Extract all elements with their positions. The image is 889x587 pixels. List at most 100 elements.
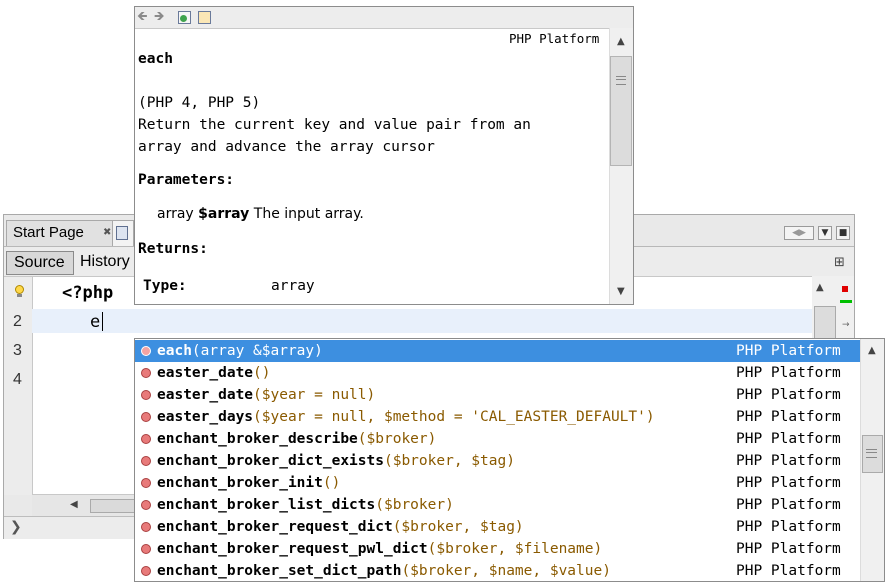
doc-description: array and advance the array cursor — [138, 139, 435, 155]
doc-type-value: array — [271, 278, 315, 294]
doc-type-label: Type: — [143, 278, 187, 294]
open-in-browser-icon[interactable] — [178, 11, 191, 24]
doc-content: PHP Platform each (PHP 4, PHP 5) Return … — [135, 28, 609, 304]
method-dot-icon — [141, 544, 151, 554]
method-dot-icon — [141, 478, 151, 488]
scroll-left-arrow-icon[interactable]: ◀ — [70, 499, 78, 510]
completion-item-name: enchant_broker_set_dict_path — [157, 563, 402, 579]
toggle-grid-icon[interactable]: ⊞ — [834, 255, 845, 270]
chevron-right-icon[interactable]: ❯ — [10, 519, 22, 535]
completion-item[interactable]: enchant_broker_request_dict($broker, $ta… — [135, 516, 860, 538]
scrollbar-grip-line — [616, 79, 626, 80]
completion-item-params: ($year = null, $method = 'CAL_EASTER_DEF… — [253, 409, 655, 425]
completion-item[interactable]: easter_days($year = null, $method = 'CAL… — [135, 406, 860, 428]
completion-item-source: PHP Platform — [736, 365, 841, 381]
source-button[interactable]: Source — [6, 251, 74, 275]
completion-item-params: ($broker) — [357, 431, 437, 447]
history-button[interactable]: History — [78, 251, 138, 275]
lightbulb-icon[interactable] — [15, 285, 25, 297]
completion-item[interactable]: enchant_broker_describe($broker) PHP Pla… — [135, 428, 860, 450]
completion-item[interactable]: enchant_broker_init() PHP Platform — [135, 472, 860, 494]
doc-version: (PHP 4, PHP 5) — [138, 95, 261, 111]
doc-description: Return the current key and value pair fr… — [138, 117, 531, 133]
completion-item-name: easter_date — [157, 387, 254, 403]
doc-popup-toolbar: 🡸 🡺 — [135, 7, 633, 29]
scrollbar-grip-line — [866, 452, 877, 453]
completion-item[interactable]: enchant_broker_dict_exists($broker, $tag… — [135, 450, 860, 472]
doc-platform: PHP Platform — [509, 31, 600, 46]
annotation-arrow-icon[interactable]: → — [842, 320, 850, 330]
back-arrow-icon[interactable]: 🡸 — [137, 10, 148, 24]
completion-item-name: enchant_broker_describe — [157, 431, 358, 447]
completion-item-name: easter_date — [157, 365, 254, 381]
completion-item-source: PHP Platform — [736, 497, 841, 513]
completion-vertical-scrollbar[interactable]: ▲ — [860, 339, 884, 581]
completion-item-params: ($broker, $filename) — [427, 541, 603, 557]
completion-item-params: ($broker, $tag) — [392, 519, 524, 535]
completion-item-name: enchant_broker_request_dict — [157, 519, 393, 535]
completion-item-params: ($broker, $name, $value) — [401, 563, 611, 579]
completion-item-source: PHP Platform — [736, 475, 841, 491]
tab-start-page-label: Start Page — [13, 224, 84, 241]
completion-item-params: (array &$array) — [191, 343, 323, 359]
completion-item[interactable]: enchant_broker_set_dict_path($broker, $n… — [135, 560, 860, 581]
scroll-down-arrow-icon[interactable]: ▼ — [617, 286, 625, 297]
current-line-highlight — [32, 309, 812, 333]
doc-returns-heading: Returns: — [138, 241, 208, 257]
tab-start-page[interactable]: Start Page ✖ — [6, 220, 118, 246]
completion-item[interactable]: easter_date($year = null) PHP Platform — [135, 384, 860, 406]
completion-item-params: ($broker) — [375, 497, 454, 513]
completion-list: each(array &$array) PHP Platform easter_… — [135, 339, 860, 581]
line-number: 3 — [13, 342, 22, 359]
completion-item-name: enchant_broker_init — [157, 475, 323, 491]
completion-item-source: PHP Platform — [736, 541, 841, 557]
text-caret — [102, 312, 103, 331]
scrollbar-grip-icon — [616, 76, 626, 85]
line-number: 2 — [13, 313, 22, 330]
method-dot-icon — [141, 522, 151, 532]
completion-item[interactable]: enchant_broker_request_pwl_dict($broker,… — [135, 538, 860, 560]
line-number: 4 — [13, 371, 22, 388]
forward-arrow-icon[interactable]: 🡺 — [154, 10, 165, 24]
doc-param-type: array — [157, 206, 194, 222]
documentation-popup: 🡸 🡺 PHP Platform each (PHP 4, PHP 5) Ret… — [134, 6, 634, 305]
doc-scrollbar-thumb[interactable] — [610, 56, 632, 166]
completion-item-source: PHP Platform — [736, 431, 841, 447]
doc-parameters-heading: Parameters: — [138, 172, 235, 188]
method-dot-icon — [141, 500, 151, 510]
doc-param-desc: The input array. — [253, 206, 364, 222]
scroll-up-arrow-icon[interactable]: ▲ — [868, 345, 876, 356]
status-ok-marker — [840, 300, 852, 303]
method-dot-icon — [141, 566, 151, 576]
method-dot-icon — [141, 368, 151, 378]
completion-item-name: easter_days — [157, 409, 254, 425]
horizontal-scrollbar-thumb[interactable] — [90, 499, 140, 513]
maximize-window-button[interactable]: ■ — [836, 226, 850, 240]
scroll-up-arrow-icon[interactable]: ▲ — [617, 36, 625, 47]
doc-param-name: $array — [198, 206, 250, 222]
doc-vertical-scrollbar[interactable]: ▲ ▼ — [609, 28, 633, 304]
completion-item-name: enchant_broker_dict_exists — [157, 453, 384, 469]
completion-item-params: () — [322, 475, 341, 491]
method-dot-icon — [141, 434, 151, 444]
tab-php-file[interactable] — [112, 220, 134, 246]
scroll-tabs-button[interactable]: ◀▶ — [784, 226, 814, 240]
completion-item-params: ($broker, $tag) — [383, 453, 515, 469]
method-dot-icon — [141, 390, 151, 400]
error-stripe-marker[interactable] — [842, 286, 848, 292]
completion-item[interactable]: easter_date() PHP Platform — [135, 362, 860, 384]
completion-item-source: PHP Platform — [736, 387, 841, 403]
completion-item-name: enchant_broker_list_dicts — [157, 497, 376, 513]
scrollbar-grip-icon — [866, 449, 877, 458]
show-opened-documents-button[interactable]: ▼ — [818, 226, 832, 240]
completion-item-source: PHP Platform — [736, 519, 841, 535]
code-completion-popup: each(array &$array) PHP Platform easter_… — [134, 338, 885, 582]
close-icon[interactable]: ✖ — [103, 221, 111, 245]
completion-item[interactable]: each(array &$array) PHP Platform — [135, 340, 860, 362]
completion-item-source: PHP Platform — [736, 409, 841, 425]
completion-item-source: PHP Platform — [736, 343, 841, 359]
method-dot-icon — [141, 456, 151, 466]
completion-item[interactable]: enchant_broker_list_dicts($broker) PHP P… — [135, 494, 860, 516]
go-to-source-icon[interactable] — [198, 11, 211, 24]
scroll-up-arrow-icon[interactable]: ▲ — [816, 282, 824, 293]
